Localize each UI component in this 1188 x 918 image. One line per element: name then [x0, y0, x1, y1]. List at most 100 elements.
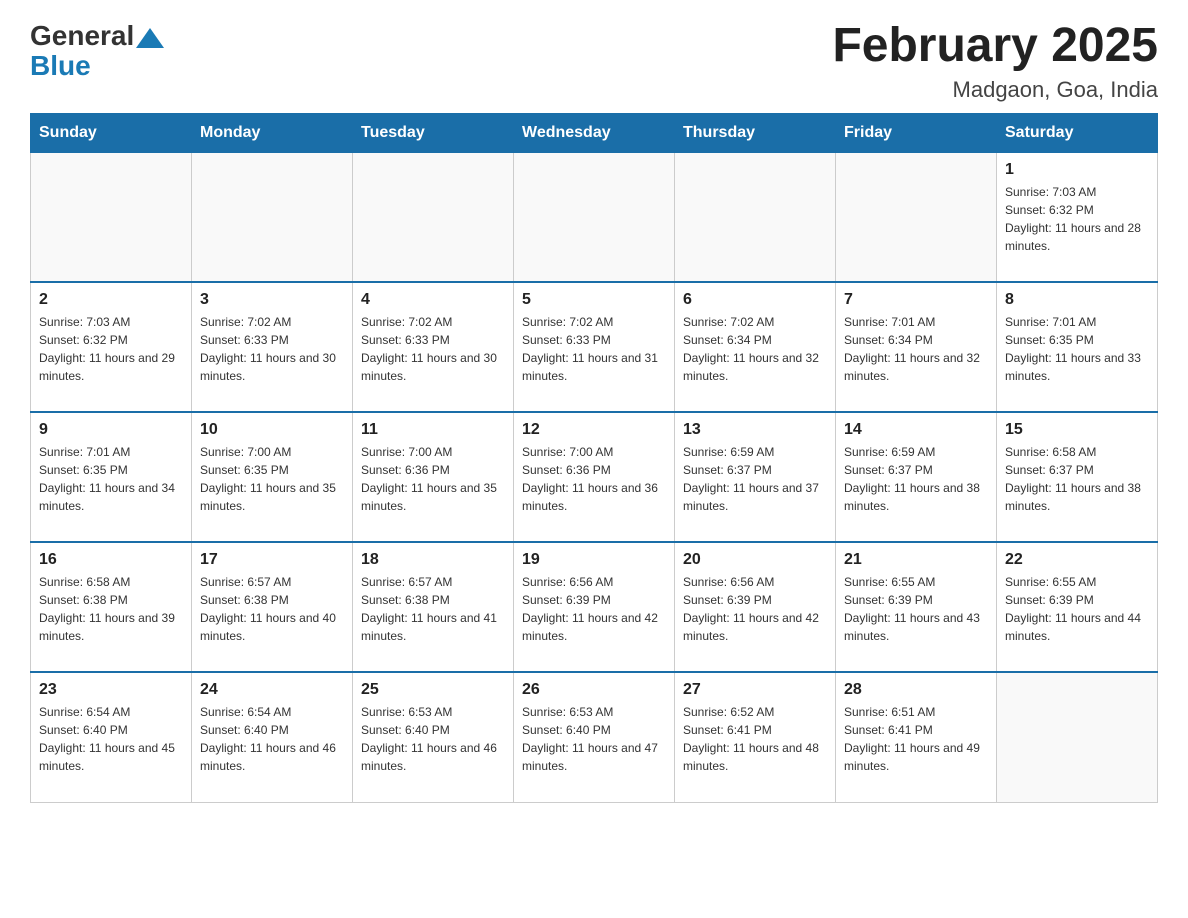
calendar-cell: 9 Sunrise: 7:01 AMSunset: 6:35 PMDaylight…: [31, 412, 192, 542]
day-number: 9: [39, 421, 183, 439]
day-number: 15: [1005, 421, 1149, 439]
day-info: Sunrise: 6:59 AMSunset: 6:37 PMDaylight:…: [683, 443, 827, 515]
day-info: Sunrise: 6:54 AMSunset: 6:40 PMDaylight:…: [200, 703, 344, 775]
calendar-cell: [353, 152, 514, 282]
day-info: Sunrise: 6:57 AMSunset: 6:38 PMDaylight:…: [200, 573, 344, 645]
day-info: Sunrise: 7:03 AMSunset: 6:32 PMDaylight:…: [39, 313, 183, 385]
day-info: Sunrise: 6:58 AMSunset: 6:37 PMDaylight:…: [1005, 443, 1149, 515]
day-number: 7: [844, 291, 988, 309]
day-info: Sunrise: 7:02 AMSunset: 6:34 PMDaylight:…: [683, 313, 827, 385]
day-number: 17: [200, 551, 344, 569]
calendar-cell: 7 Sunrise: 7:01 AMSunset: 6:34 PMDaylight…: [836, 282, 997, 412]
calendar-cell: 15 Sunrise: 6:58 AMSunset: 6:37 PMDayligh…: [997, 412, 1158, 542]
calendar-cell: 22 Sunrise: 6:55 AMSunset: 6:39 PMDayligh…: [997, 542, 1158, 672]
day-info: Sunrise: 7:02 AMSunset: 6:33 PMDaylight:…: [200, 313, 344, 385]
day-info: Sunrise: 6:53 AMSunset: 6:40 PMDaylight:…: [522, 703, 666, 775]
day-number: 26: [522, 681, 666, 699]
day-info: Sunrise: 7:03 AMSunset: 6:32 PMDaylight:…: [1005, 183, 1149, 255]
calendar-cell: [514, 152, 675, 282]
day-number: 11: [361, 421, 505, 439]
calendar-cell: 8 Sunrise: 7:01 AMSunset: 6:35 PMDaylight…: [997, 282, 1158, 412]
day-number: 1: [1005, 161, 1149, 179]
day-info: Sunrise: 6:55 AMSunset: 6:39 PMDaylight:…: [1005, 573, 1149, 645]
weekday-header-saturday: Saturday: [997, 113, 1158, 152]
day-number: 25: [361, 681, 505, 699]
weekday-header-row: SundayMondayTuesdayWednesdayThursdayFrid…: [31, 113, 1158, 152]
day-number: 21: [844, 551, 988, 569]
day-number: 5: [522, 291, 666, 309]
calendar-cell: 2Sunrise: 7:03 AMSunset: 6:32 PMDaylight…: [31, 282, 192, 412]
day-number: 24: [200, 681, 344, 699]
logo-blue-text: Blue: [30, 52, 91, 80]
day-info: Sunrise: 6:59 AMSunset: 6:37 PMDaylight:…: [844, 443, 988, 515]
day-number: 23: [39, 681, 183, 699]
day-info: Sunrise: 6:55 AMSunset: 6:39 PMDaylight:…: [844, 573, 988, 645]
day-info: Sunrise: 7:00 AMSunset: 6:35 PMDaylight:…: [200, 443, 344, 515]
calendar-week-row: 2Sunrise: 7:03 AMSunset: 6:32 PMDaylight…: [31, 282, 1158, 412]
weekday-header-monday: Monday: [192, 113, 353, 152]
day-number: 3: [200, 291, 344, 309]
calendar-cell: 13 Sunrise: 6:59 AMSunset: 6:37 PMDayligh…: [675, 412, 836, 542]
day-info: Sunrise: 7:00 AMSunset: 6:36 PMDaylight:…: [361, 443, 505, 515]
day-info: Sunrise: 7:02 AMSunset: 6:33 PMDaylight:…: [522, 313, 666, 385]
calendar-week-row: 1 Sunrise: 7:03 AMSunset: 6:32 PMDaylight…: [31, 152, 1158, 282]
calendar-cell: 27 Sunrise: 6:52 AMSunset: 6:41 PMDayligh…: [675, 672, 836, 802]
day-number: 8: [1005, 291, 1149, 309]
day-info: Sunrise: 6:53 AMSunset: 6:40 PMDaylight:…: [361, 703, 505, 775]
day-number: 10: [200, 421, 344, 439]
calendar-cell: 20 Sunrise: 6:56 AMSunset: 6:39 PMDayligh…: [675, 542, 836, 672]
calendar-cell: 1 Sunrise: 7:03 AMSunset: 6:32 PMDaylight…: [997, 152, 1158, 282]
calendar-cell: 23 Sunrise: 6:54 AMSunset: 6:40 PMDayligh…: [31, 672, 192, 802]
calendar-cell: 26 Sunrise: 6:53 AMSunset: 6:40 PMDayligh…: [514, 672, 675, 802]
calendar-cell: 18Sunrise: 6:57 AMSunset: 6:38 PMDayligh…: [353, 542, 514, 672]
calendar-cell: 11 Sunrise: 7:00 AMSunset: 6:36 PMDayligh…: [353, 412, 514, 542]
day-number: 28: [844, 681, 988, 699]
calendar-cell: [675, 152, 836, 282]
day-number: 4: [361, 291, 505, 309]
weekday-header-tuesday: Tuesday: [353, 113, 514, 152]
calendar-subtitle: Madgaon, Goa, India: [832, 77, 1158, 103]
calendar-cell: 16 Sunrise: 6:58 AMSunset: 6:38 PMDayligh…: [31, 542, 192, 672]
calendar-cell: 3 Sunrise: 7:02 AMSunset: 6:33 PMDaylight…: [192, 282, 353, 412]
calendar-table: SundayMondayTuesdayWednesdayThursdayFrid…: [30, 113, 1158, 803]
day-number: 6: [683, 291, 827, 309]
day-info: Sunrise: 7:01 AMSunset: 6:34 PMDaylight:…: [844, 313, 988, 385]
day-info: Sunrise: 6:54 AMSunset: 6:40 PMDaylight:…: [39, 703, 183, 775]
day-number: 13: [683, 421, 827, 439]
page-header: General Blue February 2025 Madgaon, Goa,…: [30, 20, 1158, 103]
calendar-cell: 14Sunrise: 6:59 AMSunset: 6:37 PMDayligh…: [836, 412, 997, 542]
calendar-cell: 24 Sunrise: 6:54 AMSunset: 6:40 PMDayligh…: [192, 672, 353, 802]
day-number: 18: [361, 551, 505, 569]
calendar-cell: 10 Sunrise: 7:00 AMSunset: 6:35 PMDayligh…: [192, 412, 353, 542]
calendar-cell: 21 Sunrise: 6:55 AMSunset: 6:39 PMDayligh…: [836, 542, 997, 672]
calendar-cell: 5 Sunrise: 7:02 AMSunset: 6:33 PMDaylight…: [514, 282, 675, 412]
day-info: Sunrise: 7:01 AMSunset: 6:35 PMDaylight:…: [1005, 313, 1149, 385]
weekday-header-thursday: Thursday: [675, 113, 836, 152]
logo-general-text: General: [30, 20, 134, 52]
calendar-cell: [997, 672, 1158, 802]
day-info: Sunrise: 6:58 AMSunset: 6:38 PMDaylight:…: [39, 573, 183, 645]
calendar-cell: [836, 152, 997, 282]
weekday-header-sunday: Sunday: [31, 113, 192, 152]
calendar-cell: [192, 152, 353, 282]
calendar-cell: 4Sunrise: 7:02 AMSunset: 6:33 PMDaylight…: [353, 282, 514, 412]
day-info: Sunrise: 6:52 AMSunset: 6:41 PMDaylight:…: [683, 703, 827, 775]
day-number: 12: [522, 421, 666, 439]
day-info: Sunrise: 6:56 AMSunset: 6:39 PMDaylight:…: [522, 573, 666, 645]
day-number: 20: [683, 551, 827, 569]
calendar-cell: 25 Sunrise: 6:53 AMSunset: 6:40 PMDayligh…: [353, 672, 514, 802]
day-info: Sunrise: 6:56 AMSunset: 6:39 PMDaylight:…: [683, 573, 827, 645]
calendar-cell: [31, 152, 192, 282]
calendar-title: February 2025: [832, 20, 1158, 73]
logo: General Blue: [30, 20, 164, 80]
calendar-cell: 28 Sunrise: 6:51 AMSunset: 6:41 PMDayligh…: [836, 672, 997, 802]
day-number: 27: [683, 681, 827, 699]
day-number: 22: [1005, 551, 1149, 569]
calendar-cell: 17 Sunrise: 6:57 AMSunset: 6:38 PMDayligh…: [192, 542, 353, 672]
day-info: Sunrise: 6:51 AMSunset: 6:41 PMDaylight:…: [844, 703, 988, 775]
calendar-cell: 19Sunrise: 6:56 AMSunset: 6:39 PMDayligh…: [514, 542, 675, 672]
day-number: 16: [39, 551, 183, 569]
day-info: Sunrise: 7:01 AMSunset: 6:35 PMDaylight:…: [39, 443, 183, 515]
calendar-week-row: 9 Sunrise: 7:01 AMSunset: 6:35 PMDaylight…: [31, 412, 1158, 542]
weekday-header-friday: Friday: [836, 113, 997, 152]
